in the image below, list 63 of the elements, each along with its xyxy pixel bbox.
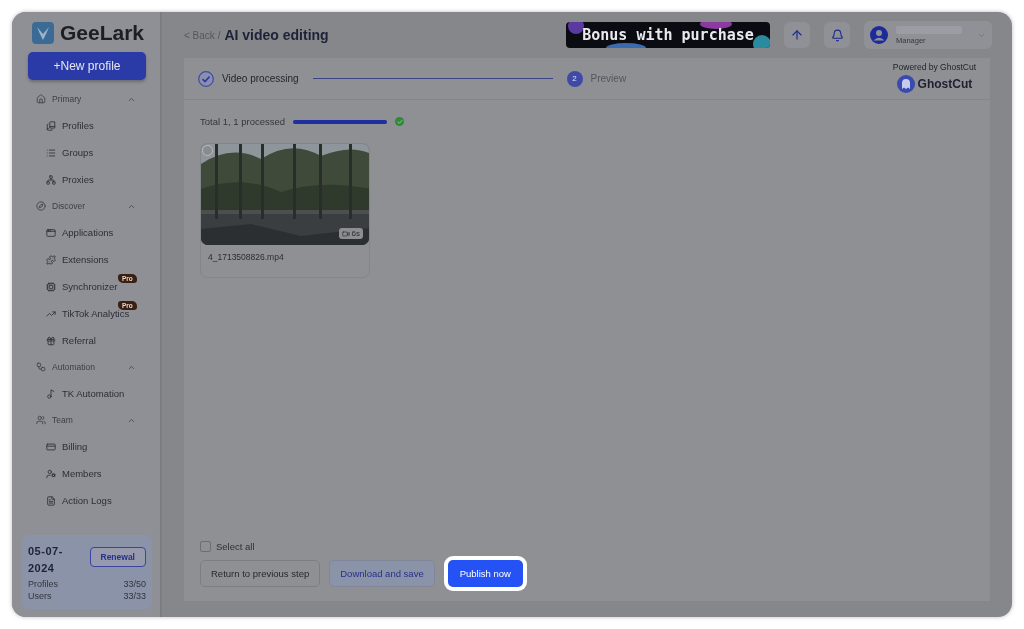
nav-section[interactable]: Discover — [12, 193, 160, 219]
nav-item[interactable]: Groups — [62, 147, 94, 158]
action-button[interactable]: Download and save — [329, 560, 435, 587]
page-title: AI video editing — [224, 27, 329, 43]
nav-icon — [46, 335, 56, 346]
nav-item[interactable]: Extensions — [62, 254, 109, 265]
promo-banner[interactable]: Bonus with purchase — [566, 22, 770, 48]
nav-item[interactable]: Members — [62, 468, 102, 479]
nav-icon — [46, 468, 56, 479]
nav-section[interactable]: Primary — [12, 86, 160, 112]
select-radio[interactable] — [202, 145, 213, 156]
nav-item[interactable]: TikTok Analytics — [62, 308, 130, 319]
avatar-icon — [870, 26, 888, 44]
nav-icon — [46, 308, 56, 319]
nav-icon — [46, 174, 56, 185]
nav-item[interactable]: Applications — [62, 227, 114, 238]
nav-icon — [46, 227, 56, 238]
upload-button[interactable] — [784, 22, 810, 48]
nav-icon — [46, 281, 56, 292]
nav-item[interactable]: Proxies — [62, 174, 94, 185]
stat-value: 33/50 — [122, 579, 146, 589]
ghost-logo-icon — [896, 75, 915, 93]
ghostcut-logo: GhostCut — [917, 77, 973, 91]
section-icon — [36, 94, 46, 104]
nav-icon — [46, 254, 56, 265]
section-icon — [36, 201, 46, 211]
progress-label: Total 1, 1 processed — [200, 116, 286, 127]
nav-icon — [46, 495, 56, 506]
powered-by-text: Powered by GhostCut — [892, 62, 976, 72]
step-number: 2 — [566, 70, 583, 87]
nav-item[interactable]: Action Logs — [62, 495, 112, 506]
stat-label: Users — [28, 591, 53, 601]
nav-icon — [46, 441, 56, 452]
stat-value: 33/33 — [122, 591, 146, 601]
nav-section[interactable]: Automation — [12, 354, 160, 380]
plan-date: 05-07-2024 — [28, 544, 64, 576]
nav-item[interactable]: TK Automation — [62, 388, 125, 399]
nav-icon — [46, 388, 56, 399]
stat-label: Profiles — [28, 579, 59, 589]
renewal-button[interactable]: Renewal — [89, 547, 146, 567]
action-button[interactable]: Return to previous step — [200, 560, 321, 587]
duration-tag: 6s — [338, 228, 363, 239]
step-label: Preview — [590, 73, 627, 84]
step-label: Video processing — [222, 73, 299, 84]
nav-icon — [46, 120, 56, 131]
nav-item[interactable]: Profiles — [62, 120, 94, 131]
file-name: 4_1713508826.mp4 — [207, 251, 285, 264]
notification-button[interactable] — [824, 22, 850, 48]
new-profile-button[interactable]: +New profile — [28, 52, 146, 80]
section-icon — [36, 415, 46, 425]
video-icon — [341, 229, 350, 238]
select-all-checkbox[interactable] — [200, 541, 211, 552]
nav-icon — [46, 147, 56, 158]
section-icon — [36, 362, 46, 372]
video-card[interactable]: 6s 4_1713508826.mp4 — [200, 143, 370, 278]
brand-name: GeeLark — [60, 21, 145, 45]
bell-icon — [830, 28, 844, 42]
select-all-label: Select all — [216, 541, 255, 552]
bird-logo-icon — [32, 22, 54, 44]
nav-item[interactable]: Referral — [62, 335, 96, 346]
nav-item[interactable]: Billing — [62, 441, 88, 452]
nav-item[interactable]: Synchronizer — [62, 281, 118, 292]
nav-section[interactable]: Team — [12, 407, 160, 433]
